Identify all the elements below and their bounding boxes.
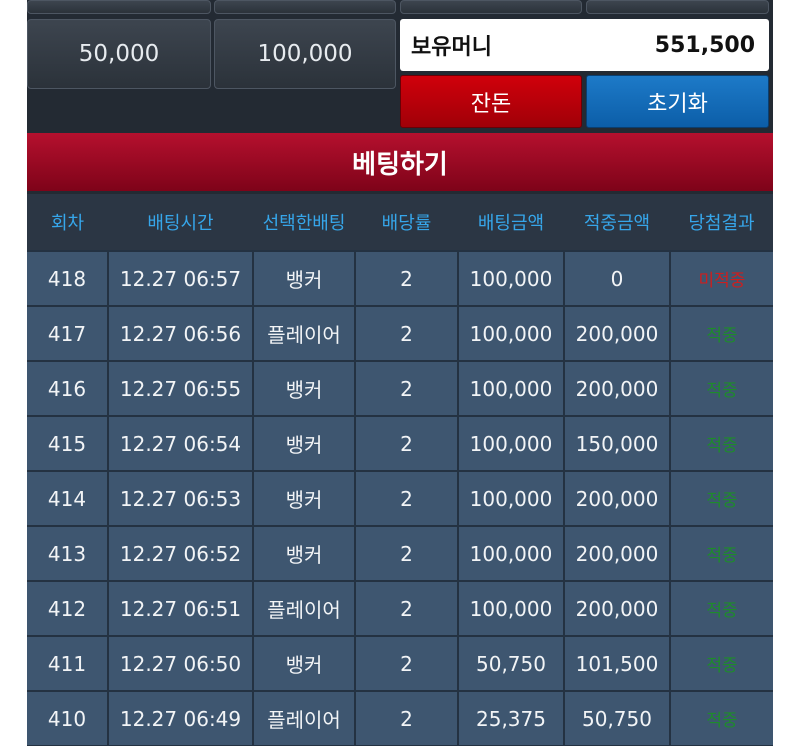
table-row: 413 12.27 06:52 뱅커 2 100,000 200,000 적중 — [27, 526, 773, 582]
cell-choice: 뱅커 — [253, 471, 356, 527]
cell-choice: 뱅커 — [253, 250, 356, 307]
cell-round: 417 — [27, 306, 109, 362]
cell-choice: 플레이어 — [253, 306, 356, 362]
cell-bet-amount: 100,000 — [458, 306, 565, 362]
cell-round: 416 — [27, 361, 109, 417]
cell-time: 12.27 06:55 — [108, 361, 254, 417]
cell-time: 12.27 06:54 — [108, 416, 254, 472]
section-title: 베팅하기 — [27, 133, 773, 191]
chip-button-top-4[interactable] — [586, 0, 769, 14]
cell-round: 412 — [27, 581, 109, 637]
cell-bet-amount: 100,000 — [458, 250, 565, 307]
cell-bet-amount: 50,750 — [458, 636, 565, 692]
betting-panel: 50,000 100,000 보유머니 551,500 잔돈 초기화 베팅하기 … — [27, 0, 773, 746]
cell-odds: 2 — [355, 691, 459, 746]
cell-bet-amount: 100,000 — [458, 526, 565, 582]
cell-time: 12.27 06:56 — [108, 306, 254, 362]
table-row: 414 12.27 06:53 뱅커 2 100,000 200,000 적중 — [27, 471, 773, 527]
column-header-round: 회차 — [27, 194, 108, 251]
column-header-choice: 선택한배팅 — [253, 194, 355, 251]
bet-history-table: 회차 배팅시간 선택한배팅 배당률 배팅금액 적중금액 당첨결과 418 12.… — [27, 194, 773, 746]
cell-time: 12.27 06:53 — [108, 471, 254, 527]
cell-result: 적중 — [670, 526, 773, 582]
cell-bet-amount: 100,000 — [458, 581, 565, 637]
balance-box: 보유머니 551,500 — [400, 19, 769, 71]
cell-odds: 2 — [355, 471, 459, 527]
table-row: 412 12.27 06:51 플레이어 2 100,000 200,000 적… — [27, 581, 773, 637]
cell-choice: 뱅커 — [253, 361, 356, 417]
balance-label: 보유머니 — [411, 35, 492, 60]
cell-choice: 플레이어 — [253, 581, 356, 637]
cell-odds: 2 — [355, 526, 459, 582]
chip-50000-button[interactable]: 50,000 — [27, 19, 211, 89]
cell-odds: 2 — [355, 361, 459, 417]
table-row: 411 12.27 06:50 뱅커 2 50,750 101,500 적중 — [27, 636, 773, 692]
cell-result: 적중 — [670, 416, 773, 472]
cell-time: 12.27 06:49 — [108, 691, 254, 746]
table-row: 418 12.27 06:57 뱅커 2 100,000 0 미적중 — [27, 250, 773, 307]
cell-win-amount: 200,000 — [564, 361, 671, 417]
balance-value: 551,500 — [654, 32, 755, 58]
cell-odds: 2 — [355, 581, 459, 637]
cell-bet-amount: 100,000 — [458, 416, 565, 472]
column-header-result: 당첨결과 — [670, 194, 773, 251]
cell-result: 적중 — [670, 691, 773, 746]
column-header-win-amount: 적중금액 — [564, 194, 670, 251]
cell-time: 12.27 06:50 — [108, 636, 254, 692]
cell-bet-amount: 100,000 — [458, 471, 565, 527]
cell-bet-amount: 25,375 — [458, 691, 565, 746]
cell-result: 적중 — [670, 361, 773, 417]
cell-time: 12.27 06:51 — [108, 581, 254, 637]
chip-button-top-1[interactable] — [27, 0, 211, 14]
column-header-bet-amount: 배팅금액 — [458, 194, 564, 251]
cell-result: 적중 — [670, 471, 773, 527]
table-row: 415 12.27 06:54 뱅커 2 100,000 150,000 적중 — [27, 416, 773, 472]
table-row: 417 12.27 06:56 플레이어 2 100,000 200,000 적… — [27, 306, 773, 362]
cell-win-amount: 0 — [564, 250, 671, 307]
cell-round: 413 — [27, 526, 109, 582]
cell-time: 12.27 06:52 — [108, 526, 254, 582]
chip-button-top-2[interactable] — [214, 0, 396, 14]
cell-choice: 뱅커 — [253, 526, 356, 582]
cell-round: 414 — [27, 471, 109, 527]
chip-button-top-3[interactable] — [400, 0, 582, 14]
cell-result: 적중 — [670, 581, 773, 637]
cell-round: 410 — [27, 691, 109, 746]
cell-odds: 2 — [355, 636, 459, 692]
cell-round: 415 — [27, 416, 109, 472]
cell-round: 411 — [27, 636, 109, 692]
cell-choice: 뱅커 — [253, 636, 356, 692]
cell-round: 418 — [27, 250, 109, 307]
cell-odds: 2 — [355, 416, 459, 472]
cell-result: 적중 — [670, 306, 773, 362]
cell-bet-amount: 100,000 — [458, 361, 565, 417]
cell-win-amount: 101,500 — [564, 636, 671, 692]
table-row: 416 12.27 06:55 뱅커 2 100,000 200,000 적중 — [27, 361, 773, 417]
chip-100000-button[interactable]: 100,000 — [214, 19, 396, 89]
cell-choice: 뱅커 — [253, 416, 356, 472]
cell-win-amount: 200,000 — [564, 306, 671, 362]
cell-choice: 플레이어 — [253, 691, 356, 746]
cell-win-amount: 50,750 — [564, 691, 671, 746]
cell-odds: 2 — [355, 306, 459, 362]
cell-win-amount: 200,000 — [564, 526, 671, 582]
cell-odds: 2 — [355, 250, 459, 307]
cell-win-amount: 200,000 — [564, 471, 671, 527]
reset-button[interactable]: 초기화 — [586, 75, 769, 128]
column-header-odds: 배당률 — [355, 194, 458, 251]
cell-result: 미적중 — [670, 250, 773, 307]
cell-win-amount: 150,000 — [564, 416, 671, 472]
cell-result: 적중 — [670, 636, 773, 692]
table-row: 410 12.27 06:49 플레이어 2 25,375 50,750 적중 — [27, 691, 773, 746]
cell-win-amount: 200,000 — [564, 581, 671, 637]
column-header-time: 배팅시간 — [108, 194, 253, 251]
change-button[interactable]: 잔돈 — [400, 75, 582, 128]
cell-time: 12.27 06:57 — [108, 250, 254, 307]
table-header-row: 회차 배팅시간 선택한배팅 배당률 배팅금액 적중금액 당첨결과 — [27, 194, 773, 251]
